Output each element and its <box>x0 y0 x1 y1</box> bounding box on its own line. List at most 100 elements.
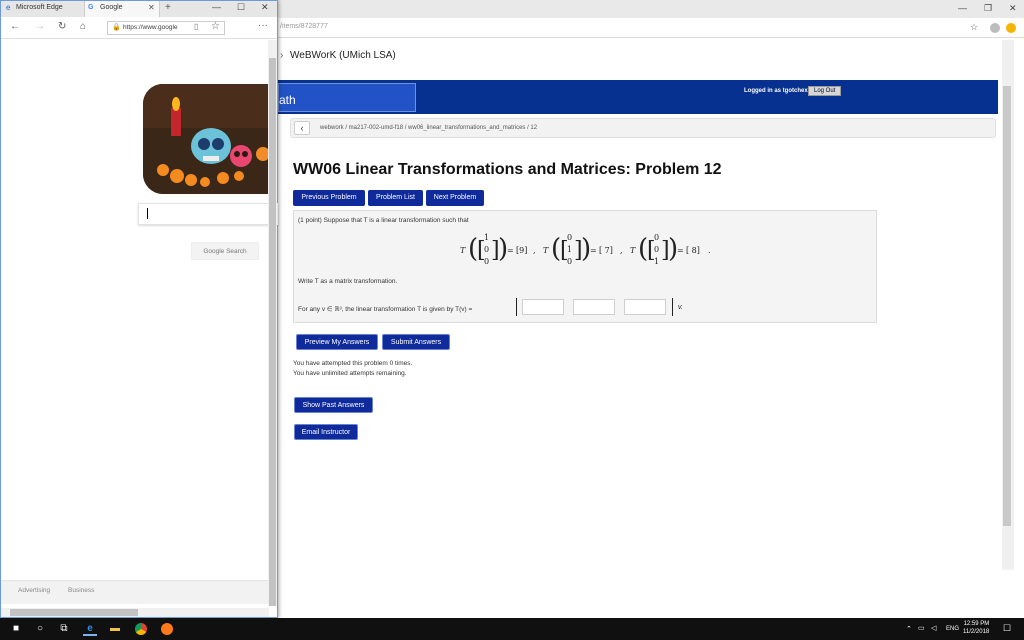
back-scrollbar-thumb[interactable] <box>1003 86 1011 526</box>
clock-time: 12:59 PM <box>963 621 990 627</box>
previous-problem-button[interactable]: Previous Problem <box>293 190 365 206</box>
preview-answers-button[interactable]: Preview My Answers <box>296 334 378 350</box>
firefox-icon[interactable] <box>161 623 173 635</box>
restore-icon[interactable]: ❐ <box>984 3 992 14</box>
front-close-icon[interactable]: ✕ <box>261 2 269 13</box>
vector-v-label: v. <box>678 304 683 311</box>
svg-text:0: 0 <box>654 245 659 254</box>
matrix-right-bar <box>672 298 673 316</box>
image-e3: [ 8] <box>686 246 700 255</box>
svg-text:1: 1 <box>484 233 489 242</box>
desktop: — ❐ ✕ /items/8728777 ☆ › WeBWorK (UMich … <box>0 0 1024 640</box>
front-vertical-thumb[interactable] <box>269 58 276 606</box>
svg-text:1: 1 <box>654 257 659 266</box>
back-arrow-icon[interactable]: ‹ <box>294 121 310 135</box>
more-menu-icon[interactable]: ··· <box>258 20 268 31</box>
volume-icon[interactable]: ◁ <box>931 624 936 632</box>
taskbar <box>0 618 1024 640</box>
svg-text:,: , <box>620 246 623 255</box>
refresh-icon[interactable]: ↻ <box>58 21 66 32</box>
edge-taskbar-icon[interactable]: e <box>83 622 97 636</box>
lock-icon: 🔒 <box>112 24 121 31</box>
logout-button[interactable]: Log Out <box>808 86 842 96</box>
url-text[interactable]: https://www.google <box>123 24 178 31</box>
clock[interactable]: 12:59 PM 11/2/2018 <box>963 620 989 636</box>
google-favicon-icon: G <box>88 4 94 11</box>
chrome-icon[interactable] <box>135 623 147 635</box>
back-nav-icon[interactable]: ← <box>10 21 20 32</box>
search-input[interactable] <box>138 203 278 225</box>
profile-icon[interactable] <box>990 23 1000 33</box>
language-indicator[interactable]: ENG <box>946 626 959 632</box>
edge-logo-icon: e <box>6 3 11 12</box>
write-instruction: Write T as a matrix transformation. <box>298 278 398 285</box>
front-horizontal-thumb[interactable] <box>10 609 138 616</box>
svg-text:=: = <box>590 246 597 255</box>
minimize-icon[interactable]: — <box>958 3 967 13</box>
problem-title: WW06 Linear Transformations and Matrices… <box>293 161 722 178</box>
svg-text:0: 0 <box>567 257 572 266</box>
svg-text:=: = <box>677 246 684 255</box>
problem-intro: (1 point) Suppose that T is a linear tra… <box>298 217 469 224</box>
image-e1: [9] <box>516 246 527 255</box>
windows-start-icon[interactable]: ■ <box>9 622 23 636</box>
answer-input-2[interactable] <box>573 299 615 315</box>
svg-text:=: = <box>507 246 514 255</box>
notification-icon[interactable] <box>1006 23 1016 33</box>
forward-nav-icon[interactable]: → <box>35 21 45 32</box>
advertising-link[interactable]: Advertising <box>18 587 50 594</box>
new-tab-icon[interactable]: + <box>165 2 171 13</box>
task-view-icon[interactable]: ⧉ <box>57 622 71 636</box>
attempts-text: You have attempted this problem 0 times. <box>293 360 413 367</box>
banner-logo-box <box>278 83 416 112</box>
answer-prompt: For any v ∈ ℝ³, the linear transformatio… <box>298 306 473 313</box>
svg-text:0: 0 <box>484 245 489 254</box>
problem-list-button[interactable]: Problem List <box>368 190 423 206</box>
answer-input-3[interactable] <box>624 299 666 315</box>
network-icon[interactable]: ▭ <box>918 624 925 632</box>
svg-text:,: , <box>533 246 536 255</box>
notifications-icon[interactable]: ☐ <box>1003 623 1011 634</box>
matrix-left-bar <box>516 298 517 316</box>
doodle-skull-icon <box>143 84 277 194</box>
reading-view-icon[interactable]: ▯ <box>194 22 198 31</box>
business-link[interactable]: Business <box>68 587 94 594</box>
transformation-equations: T ( [ 100 ] ) = [9] , T ( [ 010 ] ) = [ … <box>460 233 711 266</box>
tray-chevron-icon[interactable]: ⌃ <box>906 625 912 633</box>
svg-text:0: 0 <box>484 257 489 266</box>
back-url[interactable]: /items/8728777 <box>280 23 328 30</box>
tab-google-label[interactable]: Google <box>100 4 123 11</box>
home-icon[interactable]: ⌂ <box>80 21 86 32</box>
image-e2: [ 7] <box>599 246 613 255</box>
google-doodle[interactable] <box>143 84 277 194</box>
favorite-star-icon[interactable]: ☆ <box>970 22 978 33</box>
google-search-button[interactable]: Google Search <box>191 242 259 260</box>
next-problem-button[interactable]: Next Problem <box>426 190 484 206</box>
svg-text:0: 0 <box>654 233 659 242</box>
text-cursor <box>147 208 148 219</box>
close-icon[interactable]: ✕ <box>1009 3 1017 14</box>
clock-date: 11/2/2018 <box>963 629 990 635</box>
chevron-right-icon: › <box>280 50 284 61</box>
site-title: WeBWorK (UMich LSA) <box>290 50 396 61</box>
tab-close-icon[interactable]: ✕ <box>148 3 155 12</box>
svg-text:T: T <box>630 246 636 255</box>
tab-microsoft-edge[interactable]: Microsoft Edge <box>16 4 63 11</box>
front-minimize-icon[interactable]: — <box>212 2 221 12</box>
front-maximize-icon[interactable]: ☐ <box>237 2 245 13</box>
favorite-icon[interactable]: ☆ <box>211 21 220 32</box>
breadcrumb-path[interactable]: webwork / ma217-002-umd-f18 / ww06_linea… <box>320 125 537 131</box>
file-explorer-icon[interactable]: ▬ <box>108 622 122 636</box>
submit-answers-button[interactable]: Submit Answers <box>382 334 450 350</box>
remaining-text: You have unlimited attempts remaining. <box>293 370 407 377</box>
cortana-icon[interactable]: ○ <box>33 622 47 636</box>
banner-logo-text: ath <box>279 93 296 107</box>
svg-text:0: 0 <box>567 233 572 242</box>
svg-text:.: . <box>708 246 711 255</box>
answer-input-1[interactable] <box>522 299 564 315</box>
svg-text:1: 1 <box>567 245 572 254</box>
email-instructor-button[interactable]: Email Instructor <box>294 424 358 440</box>
logged-in-text: Logged in as tgotchex <box>744 88 808 94</box>
show-past-answers-button[interactable]: Show Past Answers <box>294 397 373 413</box>
svg-text:T: T <box>460 246 466 255</box>
